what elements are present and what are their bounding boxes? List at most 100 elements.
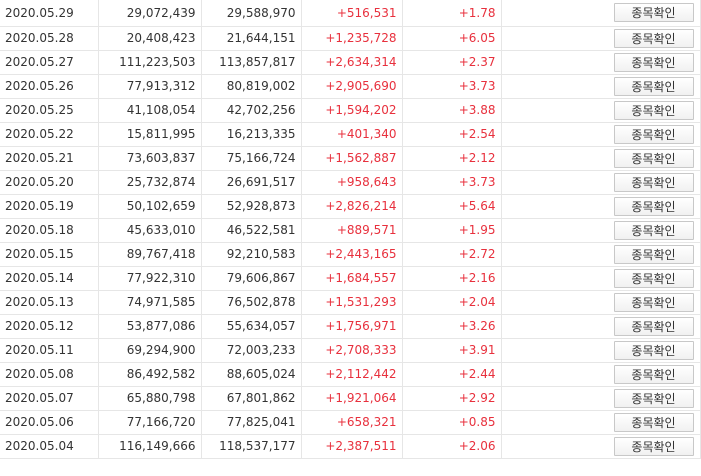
table-body: 2020.05.29 29,072,439 29,588,970 +516,531 +1… <box>0 0 701 459</box>
change-cell: +1,235,728 <box>301 26 403 51</box>
date-cell: 2020.05.27 <box>0 50 99 75</box>
change-percent-cell: +0.85 <box>402 410 502 435</box>
value-1-cell: 74,971,585 <box>98 290 202 315</box>
check-stocks-button[interactable]: 종목확인 <box>613 388 694 408</box>
value-2-cell: 52,928,873 <box>201 194 302 219</box>
date-cell: 2020.05.06 <box>0 410 99 435</box>
value-2-cell: 67,801,862 <box>201 386 302 411</box>
value-2-cell: 55,634,057 <box>201 314 302 339</box>
table-row: 2020.05.15 89,767,418 92,210,583 +2,443,165… <box>0 242 701 267</box>
value-1-cell: 77,913,312 <box>98 74 202 99</box>
check-stocks-button[interactable]: 종목확인 <box>613 124 694 144</box>
value-2-cell: 75,166,724 <box>201 146 302 171</box>
action-cell: 종목확인 <box>501 410 701 435</box>
check-stocks-button[interactable]: 종목확인 <box>613 292 694 312</box>
value-2-cell: 76,502,878 <box>201 290 302 315</box>
change-percent-cell: +2.44 <box>402 362 502 387</box>
change-cell: +2,112,442 <box>301 362 403 387</box>
value-2-cell: 80,819,002 <box>201 74 302 99</box>
change-percent-cell: +1.95 <box>402 218 502 243</box>
date-cell: 2020.05.07 <box>0 386 99 411</box>
check-stocks-button[interactable]: 종목확인 <box>613 28 694 48</box>
action-cell: 종목확인 <box>501 290 701 315</box>
value-1-cell: 50,102,659 <box>98 194 202 219</box>
check-stocks-button[interactable]: 종목확인 <box>613 220 694 240</box>
change-cell: +2,387,511 <box>301 434 403 459</box>
check-stocks-button[interactable]: 종목확인 <box>613 52 694 72</box>
daily-data-table: 2020.05.29 29,072,439 29,588,970 +516,531 +1… <box>0 0 701 459</box>
check-stocks-button[interactable]: 종목확인 <box>613 244 694 264</box>
check-stocks-button[interactable]: 종목확인 <box>613 268 694 288</box>
change-cell: +1,531,293 <box>301 290 403 315</box>
change-cell: +516,531 <box>301 0 403 27</box>
action-cell: 종목확인 <box>501 386 701 411</box>
change-cell: +1,756,971 <box>301 314 403 339</box>
change-percent-cell: +3.88 <box>402 98 502 123</box>
change-percent-cell: +1.78 <box>402 0 502 27</box>
check-stocks-button[interactable]: 종목확인 <box>613 148 694 168</box>
check-stocks-button[interactable]: 종목확인 <box>613 316 694 336</box>
change-percent-cell: +3.26 <box>402 314 502 339</box>
change-cell: +2,634,314 <box>301 50 403 75</box>
date-cell: 2020.05.15 <box>0 242 99 267</box>
table-row: 2020.05.11 69,294,900 72,003,233 +2,708,333… <box>0 338 701 363</box>
date-cell: 2020.05.08 <box>0 362 99 387</box>
date-cell: 2020.05.26 <box>0 74 99 99</box>
check-stocks-button[interactable]: 종목확인 <box>613 76 694 96</box>
change-percent-cell: +3.73 <box>402 74 502 99</box>
change-cell: +889,571 <box>301 218 403 243</box>
date-cell: 2020.05.18 <box>0 218 99 243</box>
table-row: 2020.05.19 50,102,659 52,928,873 +2,826,214… <box>0 194 701 219</box>
value-2-cell: 26,691,517 <box>201 170 302 195</box>
change-percent-cell: +2.16 <box>402 266 502 291</box>
date-cell: 2020.05.19 <box>0 194 99 219</box>
change-cell: +1,594,202 <box>301 98 403 123</box>
value-1-cell: 111,223,503 <box>98 50 202 75</box>
check-stocks-button[interactable]: 종목확인 <box>613 196 694 216</box>
value-1-cell: 77,922,310 <box>98 266 202 291</box>
check-stocks-button[interactable]: 종목확인 <box>613 172 694 192</box>
action-cell: 종목확인 <box>501 26 701 51</box>
action-cell: 종목확인 <box>501 194 701 219</box>
check-stocks-button[interactable]: 종목확인 <box>613 340 694 360</box>
change-cell: +1,921,064 <box>301 386 403 411</box>
change-cell: +658,321 <box>301 410 403 435</box>
change-cell: +2,905,690 <box>301 74 403 99</box>
change-cell: +1,684,557 <box>301 266 403 291</box>
action-cell: 종목확인 <box>501 362 701 387</box>
change-percent-cell: +2.04 <box>402 290 502 315</box>
table-row: 2020.05.21 73,603,837 75,166,724 +1,562,887… <box>0 146 701 171</box>
action-cell: 종목확인 <box>501 434 701 459</box>
date-cell: 2020.05.21 <box>0 146 99 171</box>
change-cell: +958,643 <box>301 170 403 195</box>
change-percent-cell: +2.12 <box>402 146 502 171</box>
change-percent-cell: +2.37 <box>402 50 502 75</box>
table-row: 2020.05.29 29,072,439 29,588,970 +516,531 +1… <box>0 0 701 27</box>
change-percent-cell: +2.92 <box>402 386 502 411</box>
value-2-cell: 42,702,256 <box>201 98 302 123</box>
date-cell: 2020.05.25 <box>0 98 99 123</box>
action-cell: 종목확인 <box>501 98 701 123</box>
table-row: 2020.05.07 65,880,798 67,801,862 +1,921,064… <box>0 386 701 411</box>
date-cell: 2020.05.28 <box>0 26 99 51</box>
value-2-cell: 77,825,041 <box>201 410 302 435</box>
table-row: 2020.05.27 111,223,503 113,857,817 +2,634,3… <box>0 50 701 75</box>
value-1-cell: 73,603,837 <box>98 146 202 171</box>
value-1-cell: 77,166,720 <box>98 410 202 435</box>
value-2-cell: 21,644,151 <box>201 26 302 51</box>
check-stocks-button[interactable]: 종목확인 <box>613 436 694 456</box>
date-cell: 2020.05.04 <box>0 434 99 459</box>
table-row: 2020.05.04 116,149,666 118,537,177 +2,387,5… <box>0 434 701 459</box>
action-cell: 종목확인 <box>501 218 701 243</box>
check-stocks-button[interactable]: 종목확인 <box>613 3 694 23</box>
change-percent-cell: +2.54 <box>402 122 502 147</box>
table-row: 2020.05.20 25,732,874 26,691,517 +958,643 +3… <box>0 170 701 195</box>
change-cell: +2,443,165 <box>301 242 403 267</box>
value-2-cell: 79,606,867 <box>201 266 302 291</box>
table-row: 2020.05.18 45,633,010 46,522,581 +889,571 +1… <box>0 218 701 243</box>
check-stocks-button[interactable]: 종목확인 <box>613 412 694 432</box>
date-cell: 2020.05.13 <box>0 290 99 315</box>
change-cell: +1,562,887 <box>301 146 403 171</box>
check-stocks-button[interactable]: 종목확인 <box>613 100 694 120</box>
check-stocks-button[interactable]: 종목확인 <box>613 364 694 384</box>
